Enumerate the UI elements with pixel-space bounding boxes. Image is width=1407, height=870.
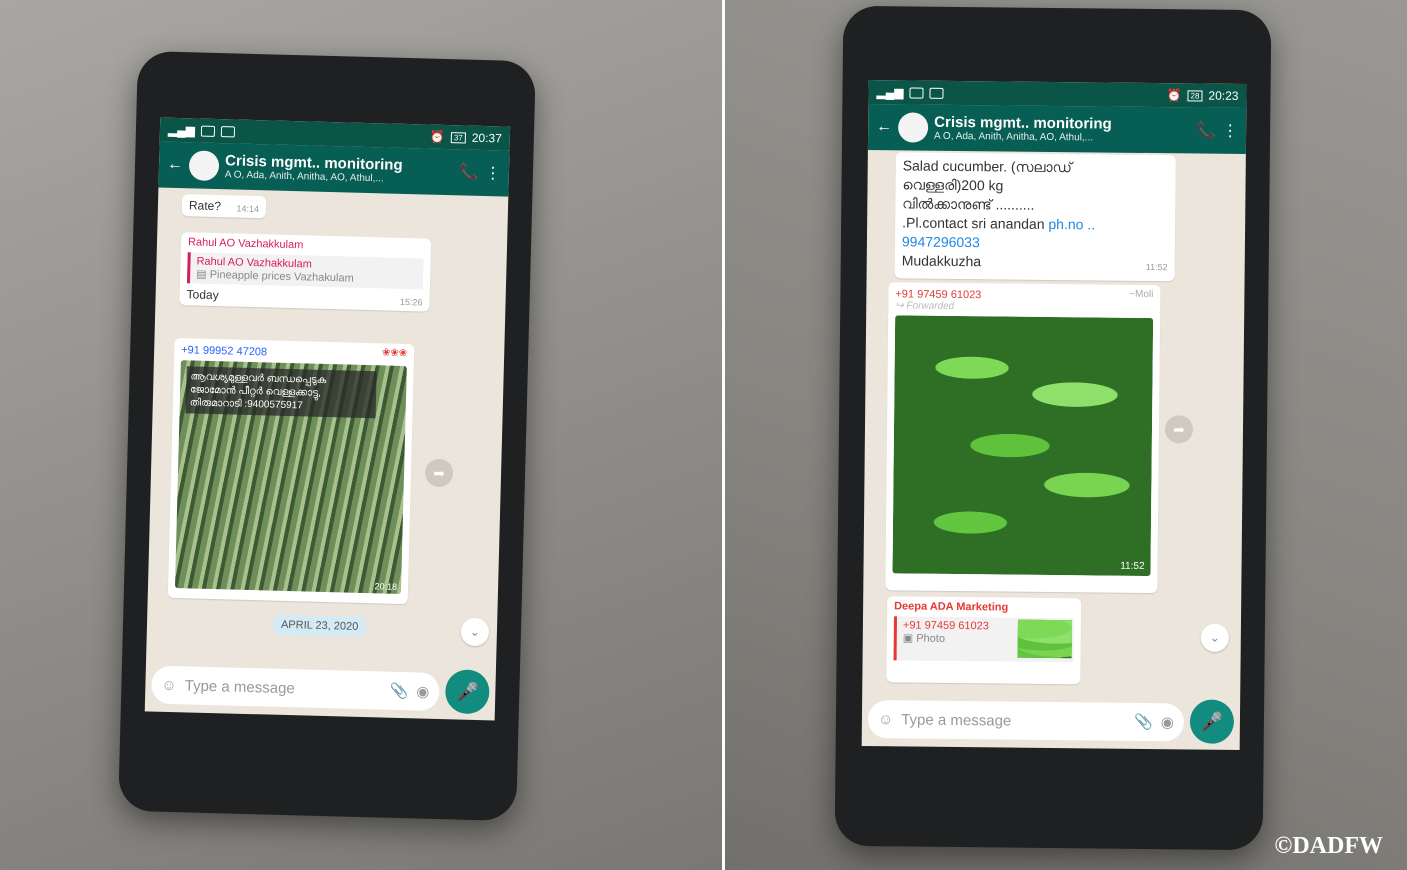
forward-icon[interactable]: ➦ [1164, 415, 1194, 444]
photo-icon: ▣ [902, 632, 914, 645]
message-input[interactable]: Type a message [185, 677, 382, 699]
message-input[interactable]: Type a message [901, 711, 1126, 730]
battery-icon: 37 [450, 131, 466, 144]
document-icon: ▤ [196, 268, 207, 281]
quoted-message[interactable]: +91 97459 61023 ▣ Photo [893, 616, 1075, 663]
reply-message-bubble[interactable]: Deepa ADA Marketing +91 97459 61023 ▣ Ph… [886, 596, 1082, 685]
camera-icon[interactable]: ◉ [1161, 713, 1174, 731]
back-arrow-icon[interactable]: ← [167, 156, 183, 174]
shared-photo-beans[interactable]: ആവശ്യമുള്ളവർ ബന്ധപ്പെടുക ജോമോൻ പീറ്റർ വെ… [174, 360, 407, 594]
signal-icon: ▂▄▆ [167, 122, 196, 138]
quoted-text: Photo [916, 632, 946, 645]
gallery-icon [220, 125, 236, 137]
group-avatar[interactable] [897, 112, 929, 143]
shared-photo-cucumbers[interactable]: 11:52 [892, 315, 1154, 577]
clock-text: 20:37 [471, 130, 503, 146]
photo-time: 11:52 [1120, 560, 1145, 572]
back-arrow-icon[interactable]: ← [876, 118, 892, 136]
phone-link[interactable]: ph.no .. [1048, 216, 1095, 232]
image-message-bubble[interactable]: +91 97459 61023 ~Moli ↪ Forwarded 11:52 [885, 282, 1161, 594]
scroll-down-icon[interactable]: ⌄ [1200, 623, 1229, 652]
chat-title-block[interactable]: Crisis mgmt.. monitoring A O, Ada, Anith… [225, 152, 454, 186]
attach-icon[interactable]: 📎 [389, 682, 408, 700]
more-options-icon[interactable]: ⋮ [1222, 121, 1238, 141]
whatsapp-screen-right: ▂▄▆ ⏰ 28 20:23 ← Crisis mgmt.. monitorin… [861, 80, 1247, 750]
group-avatar[interactable] [188, 150, 220, 182]
gallery-icon [929, 87, 944, 99]
rose-emoji-icon: ❀❀❀ [381, 347, 408, 360]
message-bubble[interactable]: Rate? 14:14 [181, 194, 267, 219]
sender-phone: +91 99952 47208 [181, 344, 268, 359]
chat-title-block[interactable]: Crisis mgmt.. monitoring A O, Ada, Anith… [934, 114, 1190, 145]
message-time: 14:14 [236, 203, 260, 215]
emoji-icon[interactable]: ☺ [161, 676, 177, 693]
forward-icon[interactable]: ➦ [424, 458, 454, 488]
photo-time: 20:18 [374, 581, 398, 592]
left-photo-panel: ▂▄▆ ⏰ 37 20:37 ← Crisis mgmt.. monitorin… [0, 0, 722, 870]
message-text: Rate? [188, 198, 222, 214]
message-input-bar[interactable]: ☺ Type a message 📎 ◉ [867, 700, 1185, 742]
more-options-icon[interactable]: ⋮ [485, 163, 502, 183]
camera-icon[interactable]: ◉ [416, 682, 430, 700]
smartphone-left: ▂▄▆ ⏰ 37 20:37 ← Crisis mgmt.. monitorin… [118, 50, 536, 822]
chat-header: ← Crisis mgmt.. monitoring A O, Ada, Ani… [867, 104, 1247, 155]
message-text: Today [186, 287, 219, 303]
sender-name: Rahul AO Vazhakkulam [187, 236, 304, 252]
quoted-text: Pineapple prices Vazhakulam [209, 268, 354, 285]
message-bubble[interactable]: Salad cucumber. (സലാഡ് വെള്ളരി)200 kg വി… [894, 152, 1176, 282]
chat-area: Salad cucumber. (സലാഡ് വെള്ളരി)200 kg വി… [862, 150, 1246, 696]
battery-icon: 28 [1187, 89, 1203, 102]
mic-button[interactable]: 🎤 [444, 669, 490, 715]
message-time: 11:52 [1145, 261, 1168, 273]
alarm-icon: ⏰ [429, 129, 446, 144]
quoted-thumbnail [1017, 619, 1072, 659]
chat-members: A O, Ada, Anith, Anitha, AO, Athul,... [933, 130, 1094, 144]
image-message-bubble[interactable]: +91 99952 47208 ❀❀❀ ആവശ്യമുള്ളവർ ബന്ധപ്പ… [167, 337, 415, 605]
message-time: 15:26 [399, 296, 423, 308]
notification-icon [200, 125, 216, 137]
mic-button[interactable]: 🎤 [1189, 699, 1235, 744]
chat-area: Rate? 14:14 Rahul AO Vazhakkulam Rahul A… [146, 188, 508, 667]
signal-icon: ▂▄▆ [876, 85, 904, 100]
forwarded-icon: ↪ [895, 300, 904, 312]
mic-icon: 🎤 [1200, 711, 1224, 732]
copyright-watermark: ©DADFW [1274, 833, 1383, 859]
sender-name: Deepa ADA Marketing [894, 600, 1009, 614]
add-call-icon[interactable]: 📞 [1196, 120, 1216, 140]
whatsapp-screen-left: ▂▄▆ ⏰ 37 20:37 ← Crisis mgmt.. monitorin… [144, 117, 511, 721]
sender-phone: +91 97459 61023 [895, 288, 982, 302]
scroll-down-icon[interactable]: ⌄ [460, 617, 490, 647]
quoted-message[interactable]: Rahul AO Vazhakkulam ▤ Pineapple prices … [186, 252, 424, 290]
alarm-icon: ⏰ [1166, 88, 1182, 103]
forwarded-label: Forwarded [906, 300, 955, 312]
emoji-icon[interactable]: ☺ [878, 711, 894, 728]
notification-icon [909, 86, 924, 99]
add-call-icon[interactable]: 📞 [459, 162, 479, 183]
right-photo-panel: ▂▄▆ ⏰ 28 20:23 ← Crisis mgmt.. monitorin… [725, 0, 1407, 870]
attach-icon[interactable]: 📎 [1134, 713, 1153, 731]
mic-icon: 🎤 [455, 680, 479, 702]
photo-caption-overlay: ആവശ്യമുള്ളവർ ബന്ധപ്പെടുക ജോമോൻ പീറ്റർ വെ… [185, 366, 377, 419]
clock-text: 20:23 [1208, 88, 1239, 103]
message-input-bar[interactable]: ☺ Type a message 📎 ◉ [150, 665, 440, 712]
reply-message-bubble[interactable]: Rahul AO Vazhakkulam Rahul AO Vazhakkula… [179, 232, 432, 312]
sender-name: ~Moli [1129, 288, 1154, 301]
date-separator: APRIL 23, 2020 [272, 614, 367, 638]
smartphone-right: ▂▄▆ ⏰ 28 20:23 ← Crisis mgmt.. monitorin… [834, 5, 1272, 851]
